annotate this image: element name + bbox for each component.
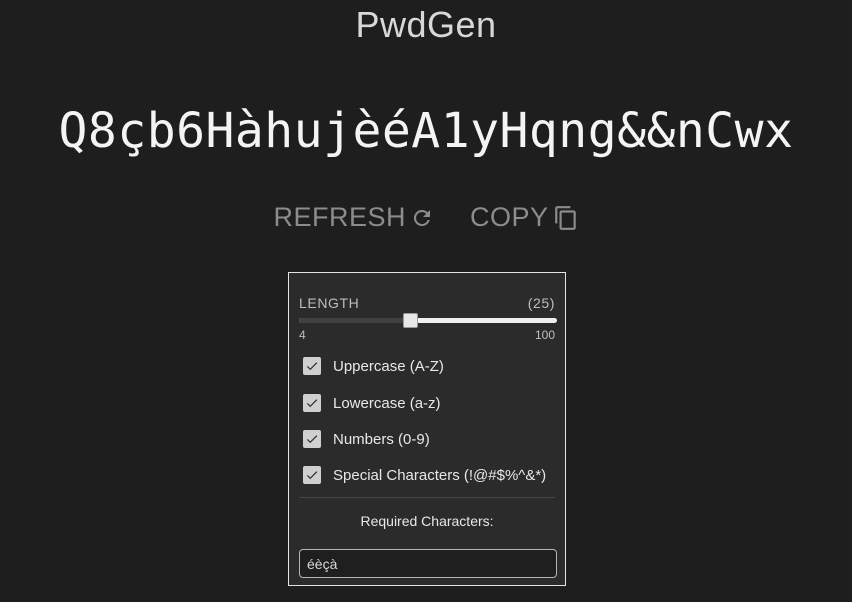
checkbox-uppercase[interactable] — [303, 357, 321, 375]
option-label: Special Characters (!@#$%^&*) — [333, 466, 547, 484]
length-value: (25) — [527, 295, 555, 311]
refresh-label: REFRESH — [273, 202, 406, 232]
refresh-button[interactable]: REFRESH — [273, 202, 434, 233]
checkmark-icon — [306, 399, 318, 408]
checkbox-special[interactable] — [303, 466, 321, 484]
settings-panel: LENGTH (25) 4 100 Uppercase (A-Z) Lowerc… — [288, 272, 566, 586]
checkbox-numbers[interactable] — [303, 430, 321, 448]
required-characters-input[interactable] — [299, 549, 557, 578]
slider-max-label: 100 — [534, 328, 555, 342]
slider-range-labels: 4 100 — [299, 328, 555, 342]
checkmark-icon — [306, 362, 318, 371]
checkmark-icon — [306, 435, 318, 444]
divider — [299, 497, 555, 498]
slider-filled-track — [299, 318, 410, 323]
app-root: PwdGen Q8çb6HàhujèéA1yHqng&&nCwx REFRESH… — [0, 0, 852, 602]
option-label: Lowercase (a-z) — [333, 394, 441, 412]
length-slider[interactable] — [299, 313, 557, 328]
app-title: PwdGen — [355, 4, 497, 45]
checkmark-icon — [306, 471, 318, 480]
slider-thumb[interactable] — [403, 313, 418, 328]
option-label: Uppercase (A-Z) — [333, 357, 444, 375]
required-characters-label: Required Characters: — [360, 513, 494, 529]
slider-min-label: 4 — [299, 328, 306, 342]
refresh-icon — [410, 206, 434, 230]
option-label: Numbers (0-9) — [333, 430, 430, 448]
action-bar: REFRESH COPY — [0, 202, 852, 233]
checkbox-lowercase[interactable] — [303, 394, 321, 412]
length-header: LENGTH (25) — [299, 295, 555, 311]
copy-label: COPY — [469, 202, 549, 232]
option-special[interactable]: Special Characters (!@#$%^&*) — [303, 466, 546, 484]
copy-button[interactable]: COPY — [470, 202, 579, 233]
length-label: LENGTH — [299, 295, 360, 311]
option-numbers[interactable]: Numbers (0-9) — [303, 430, 430, 448]
option-lowercase[interactable]: Lowercase (a-z) — [303, 394, 441, 412]
generated-password: Q8çb6HàhujèéA1yHqng&&nCwx — [58, 103, 794, 159]
option-uppercase[interactable]: Uppercase (A-Z) — [303, 357, 444, 375]
copy-icon — [553, 204, 579, 232]
